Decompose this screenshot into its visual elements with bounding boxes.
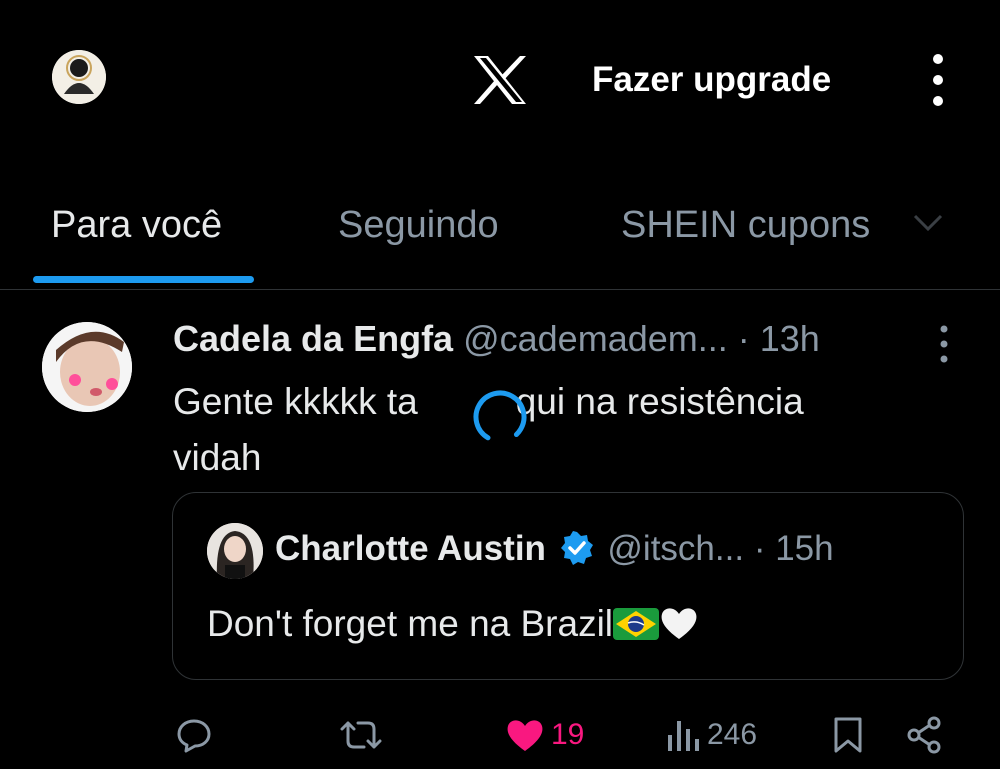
quoted-text-line: Don't forget me na Brazil bbox=[207, 603, 699, 645]
views-count: 246 bbox=[707, 718, 758, 751]
views-button[interactable]: 246 bbox=[665, 710, 757, 760]
quoted-avatar-image bbox=[207, 523, 263, 579]
post-text-part-3: vidah bbox=[173, 437, 262, 478]
bookmark-icon bbox=[834, 717, 862, 753]
timeline-tabs: Para você Seguindo SHEIN cupons bbox=[0, 180, 1000, 290]
white-heart-icon bbox=[661, 608, 697, 639]
post-author-name[interactable]: Cadela da Engfa bbox=[173, 318, 453, 359]
upgrade-button[interactable]: Fazer upgrade bbox=[592, 60, 831, 100]
verified-badge-icon bbox=[560, 531, 593, 565]
tab-shein-cupons[interactable]: SHEIN cupons bbox=[621, 204, 870, 247]
bookmark-button[interactable] bbox=[830, 710, 866, 760]
quoted-author-avatar[interactable] bbox=[207, 523, 263, 579]
analytics-icon bbox=[668, 721, 699, 751]
post-actions: 19 246 bbox=[0, 710, 1000, 760]
avatar-image bbox=[52, 50, 106, 104]
chevron-down-icon[interactable] bbox=[912, 212, 944, 234]
loading-spinner-icon bbox=[473, 390, 527, 444]
post-text-part-1: Gente kkkkk ta bbox=[173, 381, 418, 422]
brazil-flag-icon bbox=[613, 608, 660, 640]
quoted-post[interactable]: Charlotte Austin @itsch... · 15h Don't f… bbox=[172, 492, 964, 680]
reply-button[interactable] bbox=[174, 710, 220, 760]
account-avatar[interactable] bbox=[52, 50, 106, 104]
post-author-handle[interactable]: @cademadem... bbox=[463, 318, 728, 359]
post-text-part-2: qui na resistência bbox=[515, 381, 804, 422]
like-button[interactable]: 19 bbox=[505, 710, 584, 760]
quoted-author-handle[interactable]: @itsch... bbox=[607, 529, 744, 568]
x-logo-icon[interactable] bbox=[470, 54, 530, 106]
like-count: 19 bbox=[551, 718, 585, 751]
post-more-icon[interactable] bbox=[936, 324, 952, 364]
tab-for-you[interactable]: Para você bbox=[51, 204, 222, 247]
repost-button[interactable] bbox=[338, 710, 390, 760]
quoted-author-name[interactable]: Charlotte Austin bbox=[275, 529, 546, 568]
reply-icon bbox=[177, 719, 211, 753]
post-text: Gente kkkkk ta qui na resistência vidah bbox=[173, 374, 913, 486]
share-icon bbox=[907, 716, 941, 754]
post-author-avatar[interactable] bbox=[42, 322, 132, 412]
repost-icon bbox=[340, 721, 382, 749]
post-header: Cadela da Engfa @cademadem... · 13h bbox=[173, 318, 820, 360]
top-bar: Fazer upgrade bbox=[0, 0, 1000, 160]
quoted-time[interactable]: · 15h bbox=[754, 529, 834, 568]
quoted-text: Don't forget me na Brazil bbox=[207, 603, 614, 644]
share-button[interactable] bbox=[904, 710, 944, 760]
heart-filled-icon bbox=[507, 720, 543, 751]
post-time[interactable]: · 13h bbox=[738, 318, 820, 359]
post[interactable]: Cadela da Engfa @cademadem... · 13h Gent… bbox=[0, 290, 1000, 769]
quoted-header: Charlotte Austin @itsch... · 15h bbox=[275, 529, 834, 569]
more-vertical-icon[interactable] bbox=[926, 54, 950, 106]
active-tab-indicator bbox=[33, 276, 254, 283]
tab-following[interactable]: Seguindo bbox=[338, 204, 499, 247]
author-avatar-image bbox=[42, 322, 132, 412]
